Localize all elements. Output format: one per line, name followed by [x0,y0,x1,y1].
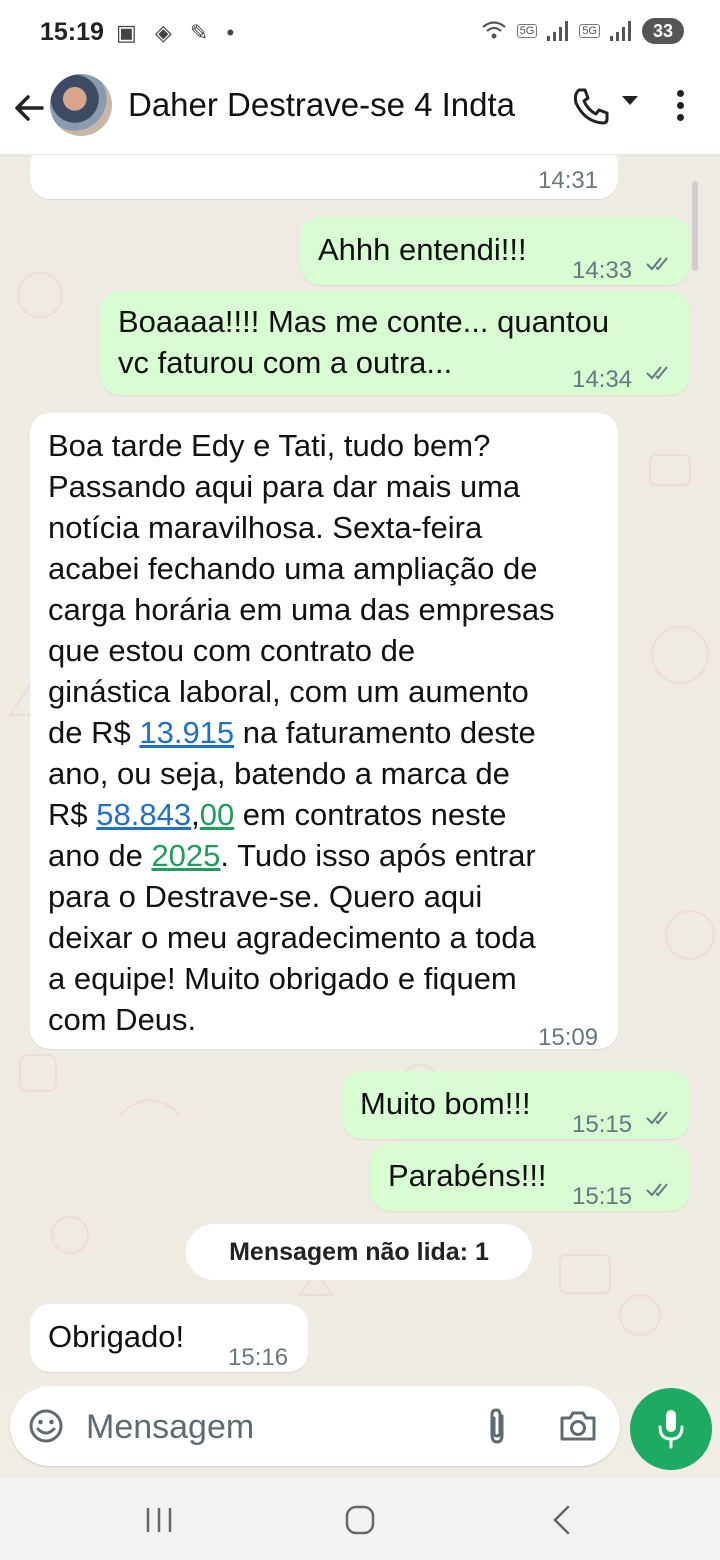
message-text-line: Passando aqui para dar mais uma [48,469,521,504]
phone-number-link[interactable]: 13.915 [139,715,234,750]
text-fragment: ano de [48,838,152,873]
message-time: 14:31 [538,167,599,194]
phone-number-link[interactable]: 58.843 [96,797,191,832]
home-icon[interactable] [345,1505,375,1535]
message-text: Obrigado! [48,1319,185,1354]
message-text-line: vc faturou com a outra... [118,345,453,380]
message-text-line: a equipe! Muito obrigado e fiquem [48,961,517,996]
message-bubble-outgoing[interactable]: Muito bom!!! 15:15 [342,1071,690,1139]
message-text-line: ano, ou seja, batendo a marca de [48,756,510,791]
message-text-line: deixar o meu agradecimento a toda [48,920,536,955]
more-options-icon[interactable] [672,86,688,130]
text-fragment: . Tudo isso após entrar [220,838,536,873]
emoji-icon[interactable] [28,1408,64,1444]
message-time: 14:34 [572,366,633,393]
message-bubble-incoming[interactable]: Obrigado! 15:16 [30,1304,308,1372]
message-bubble-incoming[interactable]: 14:31 [30,155,618,199]
message-bubble-incoming[interactable]: Boa tarde Edy e Tati, tudo bem? Passando… [30,413,618,1051]
voice-record-button[interactable] [630,1388,712,1470]
message-text-line: com Deus. [48,1002,197,1037]
microphone-icon [656,1408,686,1450]
message-bubble-outgoing[interactable]: Ahhh entendi!!! 14:33 [300,217,690,285]
read-ticks-icon [646,257,668,271]
message-text-line: R$ 58.843,00 em contratos neste [48,794,614,835]
text-fragment: de R$ [48,715,140,750]
text-fragment: , [191,797,200,832]
message-time: 15:09 [538,1024,599,1051]
message-time: 15:16 [228,1344,289,1371]
message-text-line: ano de 2025. Tudo isso após entrar [48,835,614,876]
read-ticks-icon [646,1111,668,1125]
scrollbar[interactable] [692,181,698,271]
wifi-icon [481,20,507,43]
nav-back-icon[interactable] [550,1504,574,1536]
status-right: 5G 5G 33 [481,18,684,44]
status-time: 15:19 [40,18,104,46]
message-text: Muito bom!!! [360,1086,531,1121]
phone-call-icon[interactable] [570,84,610,128]
message-text-line: Boa tarde Edy e Tati, tudo bem? [48,428,491,463]
message-text-line: acabei fechando uma ampliação de [48,551,538,586]
message-time: 15:15 [572,1111,633,1138]
message-bubble-outgoing[interactable]: Boaaaa!!!! Mas me conte... quantou vc fa… [100,291,690,395]
unread-divider: Mensagem não lida: 1 [186,1224,532,1280]
number-link[interactable]: 00 [200,797,234,832]
message-time: 15:15 [572,1183,633,1210]
number-link[interactable]: 2025 [151,838,220,873]
signal-icon [547,21,569,41]
message-text-line: carga horária em uma das empresas [48,592,555,627]
message-text: Parabéns!!! [388,1158,547,1193]
chat-header: Daher Destrave-se 4 Indta [0,66,720,155]
message-text-line: Boaaaa!!!! Mas me conte... quantou [118,304,610,339]
message-text: Boa tarde Edy e Tati, tudo bem? Passando… [48,425,614,1040]
notification-icons: ▣ ◈ ✎ • [116,20,241,45]
text-fragment: na faturamento deste [234,715,536,750]
read-ticks-icon [646,1183,668,1197]
battery-icon: 33 [642,18,684,44]
message-bubble-outgoing[interactable]: Parabéns!!! 15:15 [370,1143,690,1211]
text-fragment: R$ [48,797,97,832]
recent-apps-icon[interactable] [144,1506,174,1534]
network-type-badge: 5G [516,24,538,38]
avatar[interactable] [50,74,112,136]
contact-name[interactable]: Daher Destrave-se 4 Indta [128,86,515,124]
message-text-line: notícia maravilhosa. Sexta-feira [48,510,483,545]
message-time: 14:33 [572,257,633,284]
read-ticks-icon [646,366,668,380]
message-input[interactable] [84,1404,468,1450]
chevron-down-icon[interactable] [622,96,638,105]
back-arrow-icon[interactable] [12,88,46,128]
network-type-badge-2: 5G [579,24,600,38]
text-fragment: em contratos neste [234,797,507,832]
chat-area[interactable]: 14:31 Ahhh entendi!!! 14:33 Boaaaa!!!! M… [0,155,720,1385]
paperclip-icon[interactable] [480,1406,514,1446]
message-composer [10,1386,620,1466]
status-bar: 15:19 ▣ ◈ ✎ • 5G 5G 33 [0,0,720,66]
message-text: Ahhh entendi!!! [318,232,527,267]
signal-icon-2 [610,21,632,41]
message-text-line: ginástica laboral, com um aumento [48,674,529,709]
message-text-line: que estou com contrato de [48,633,416,668]
camera-icon[interactable] [558,1408,598,1444]
message-text-line: para o Destrave-se. Quero aqui [48,879,483,914]
message-text-line: de R$ 13.915 na faturamento deste [48,712,614,753]
system-navigation-bar [0,1478,720,1560]
